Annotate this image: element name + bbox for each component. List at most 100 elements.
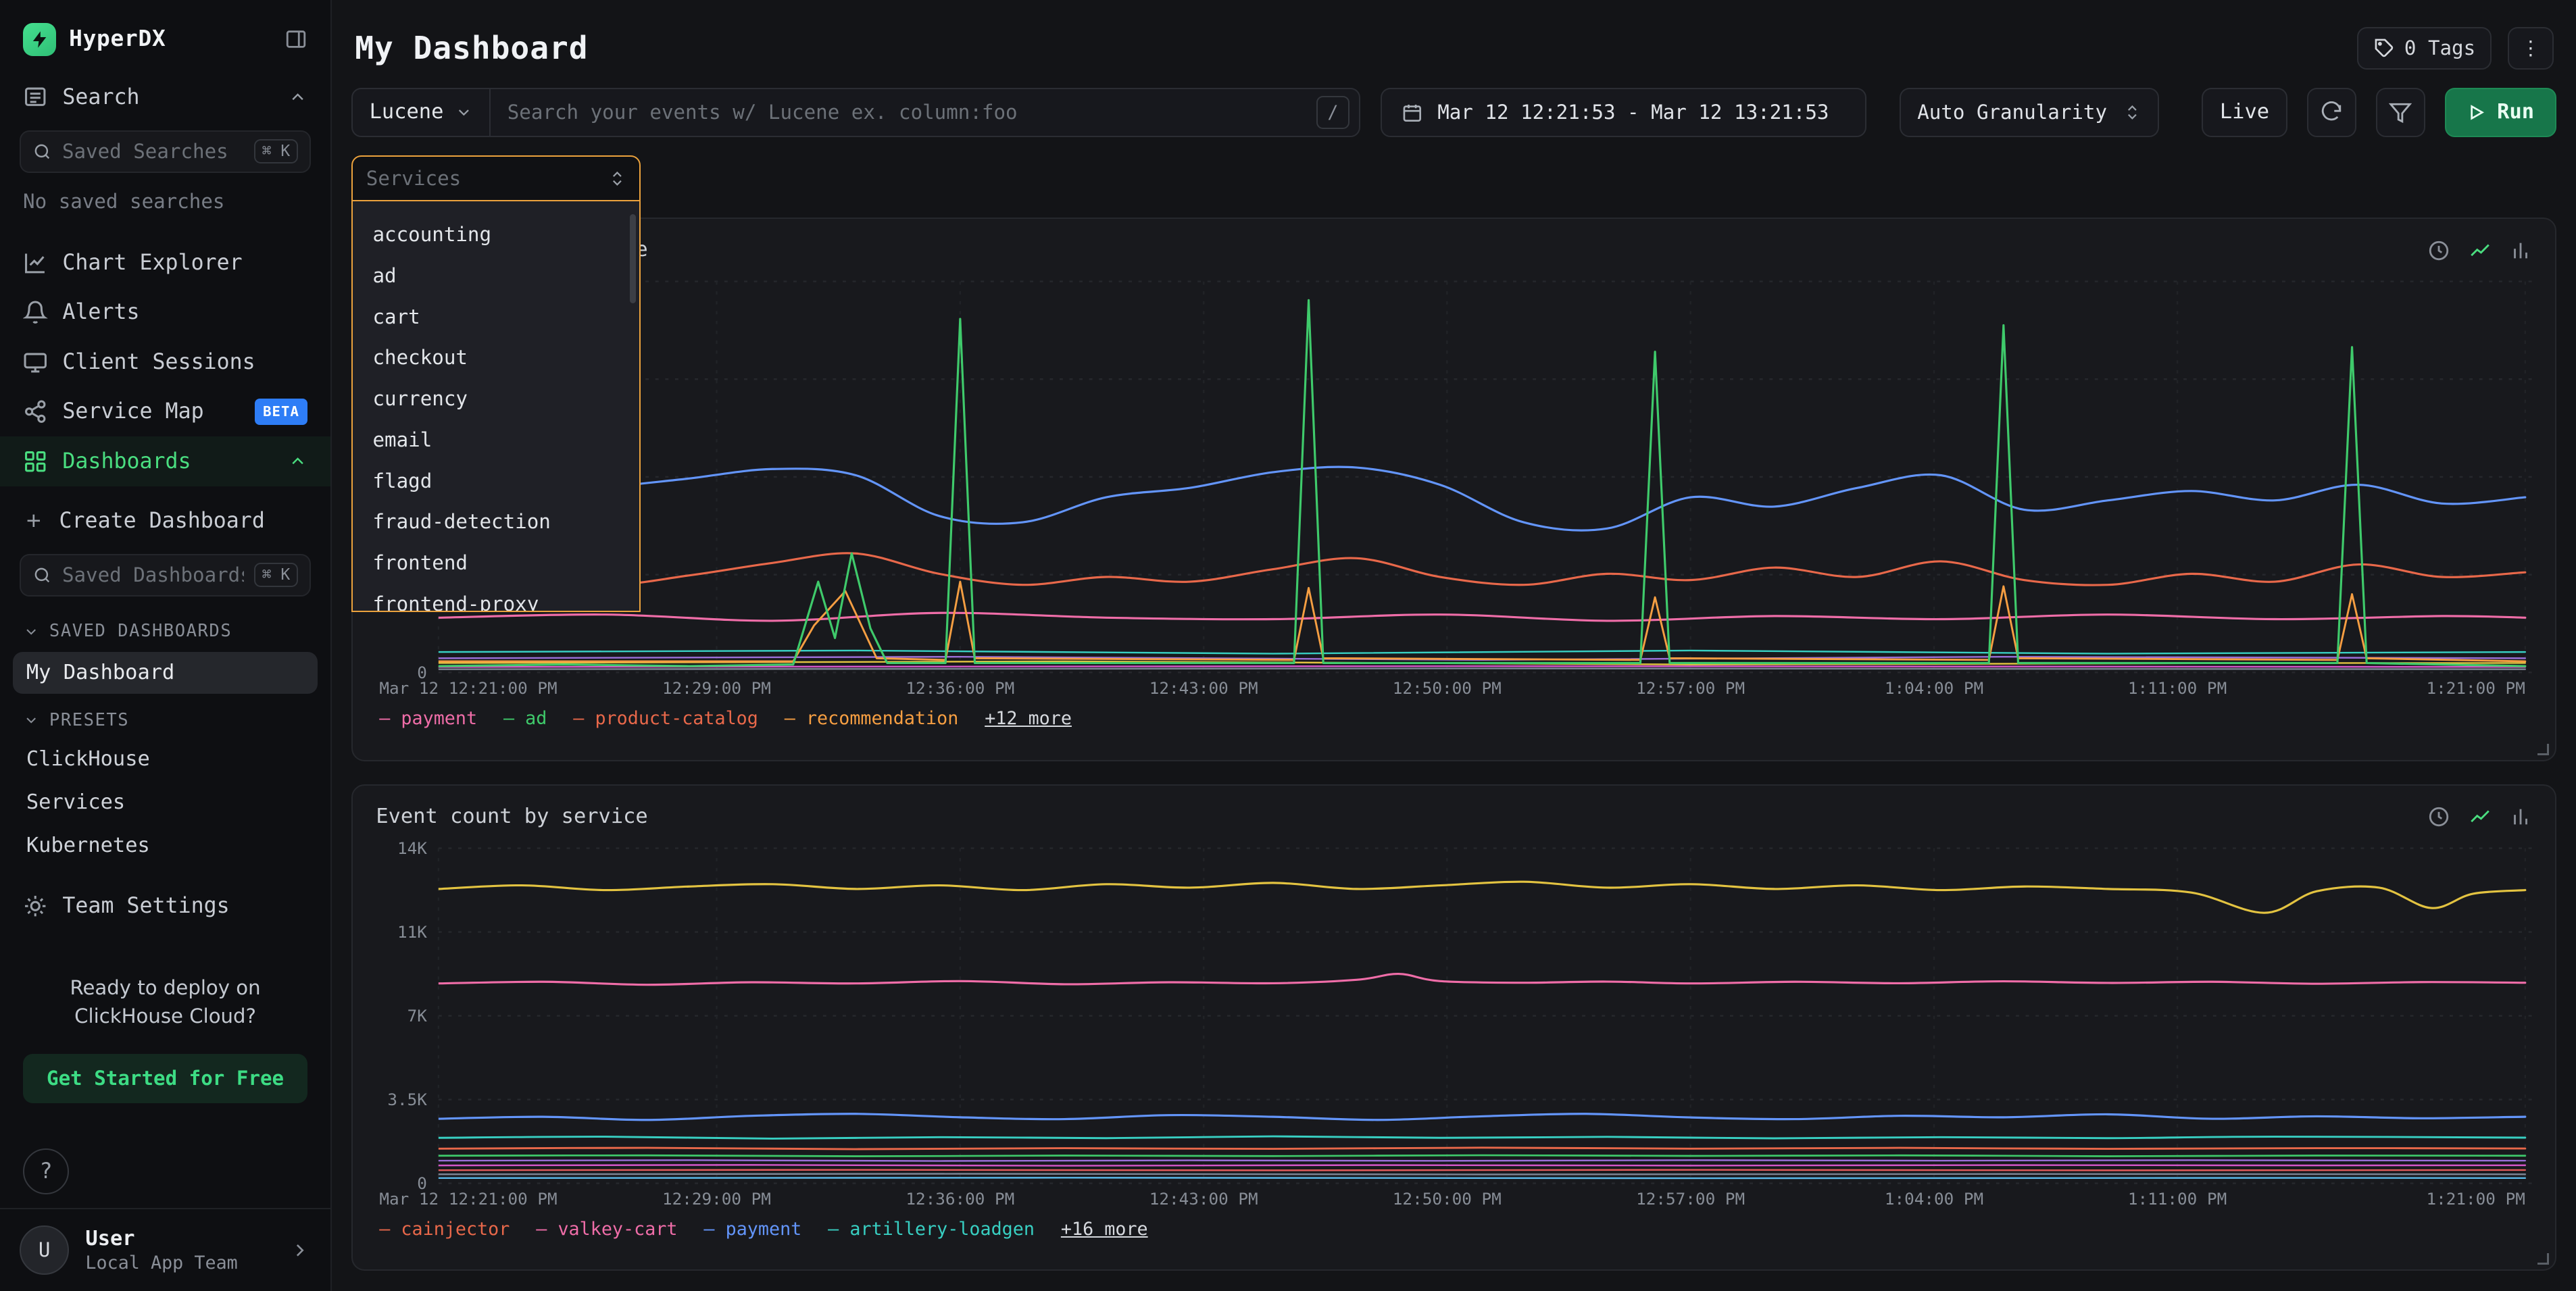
sidebar-item-dashboards[interactable]: Dashboards bbox=[0, 436, 330, 486]
dropdown-option-fraud-detection[interactable]: fraud-detection bbox=[353, 502, 639, 543]
chevron-up-icon bbox=[288, 451, 307, 471]
svg-text:7K: 7K bbox=[407, 1006, 428, 1026]
svg-text:1:21:00 PM: 1:21:00 PM bbox=[2427, 678, 2525, 698]
dropdown-option-frontend[interactable]: frontend bbox=[353, 542, 639, 584]
svg-text:12:57:00 PM: 12:57:00 PM bbox=[1637, 678, 1745, 698]
time-range-picker[interactable]: Mar 12 12:21:53 - Mar 12 13:21:53 bbox=[1381, 88, 1867, 137]
tags-button[interactable]: 0 Tags bbox=[2357, 27, 2492, 70]
line-chart[interactable]: 03.5K7K11K14KMar 12 12:21:00 PM12:29:00 … bbox=[376, 838, 2532, 1213]
play-icon bbox=[2467, 103, 2485, 122]
beta-badge: BETA bbox=[255, 399, 307, 425]
sidebar-item-my-dashboard[interactable]: My Dashboard bbox=[13, 652, 317, 694]
chart-explorer-icon bbox=[23, 251, 47, 275]
sidebar-item-alerts[interactable]: Alerts bbox=[0, 288, 330, 337]
avatar: U bbox=[20, 1225, 69, 1275]
dashboard-menu-button[interactable]: ⋮ bbox=[2508, 27, 2553, 70]
dropdown-option-ad[interactable]: ad bbox=[353, 255, 639, 297]
line-chart-icon[interactable] bbox=[2469, 805, 2492, 828]
svg-text:12:50:00 PM: 12:50:00 PM bbox=[1393, 1189, 1502, 1209]
dropdown-option-email[interactable]: email bbox=[353, 420, 639, 461]
svg-text:12:50:00 PM: 12:50:00 PM bbox=[1393, 678, 1502, 698]
svg-text:12:57:00 PM: 12:57:00 PM bbox=[1637, 1189, 1745, 1209]
preset-clickhouse[interactable]: ClickHouse bbox=[0, 738, 330, 781]
run-button[interactable]: Run bbox=[2445, 88, 2556, 137]
dropdown-scrollbar[interactable] bbox=[630, 214, 637, 303]
create-dashboard-label: Create Dashboard bbox=[59, 506, 265, 536]
line-chart-icon[interactable] bbox=[2469, 239, 2492, 262]
bar-chart-icon[interactable] bbox=[2509, 805, 2532, 828]
no-saved-searches-text: No saved searches bbox=[0, 181, 330, 218]
filter-button[interactable] bbox=[2376, 88, 2425, 137]
legend-more-link[interactable]: +12 more bbox=[985, 706, 1072, 731]
services-filter-select[interactable] bbox=[351, 155, 641, 201]
search-section-icon bbox=[23, 84, 47, 109]
dropdown-option-flagd[interactable]: flagd bbox=[353, 461, 639, 502]
svg-text:12:36:00 PM: 12:36:00 PM bbox=[906, 1189, 1015, 1209]
preset-services[interactable]: Services bbox=[0, 781, 330, 824]
refresh-button[interactable] bbox=[2307, 88, 2356, 137]
panel-resize-handle[interactable] bbox=[2537, 744, 2549, 755]
chart-panel-1: Event count by service 0Mar 12 12:21:0 bbox=[351, 218, 2556, 761]
saved-dashboards-input[interactable] bbox=[62, 561, 244, 589]
section-saved-dashboards[interactable]: SAVED DASHBOARDS bbox=[0, 605, 330, 649]
chevron-right-icon bbox=[289, 1240, 311, 1261]
services-filter-input[interactable] bbox=[366, 165, 599, 193]
granularity-select[interactable]: Auto Granularity bbox=[1900, 88, 2159, 137]
tag-icon bbox=[2373, 37, 2395, 59]
section-presets[interactable]: PRESETS bbox=[0, 694, 330, 738]
event-search-input[interactable] bbox=[491, 99, 1316, 126]
query-group: Lucene / bbox=[351, 88, 1360, 137]
user-menu[interactable]: U User Local App Team bbox=[0, 1208, 330, 1291]
sidebar-item-service-map[interactable]: Service Map BETA bbox=[0, 387, 330, 436]
services-dropdown-panel: accounting ad cart checkout currency ema… bbox=[351, 201, 641, 612]
panel-title: Event count by service bbox=[376, 803, 647, 832]
history-clock-icon[interactable] bbox=[2427, 805, 2450, 828]
sidebar-item-client-sessions[interactable]: Client Sessions bbox=[0, 337, 330, 386]
dropdown-option-checkout[interactable]: checkout bbox=[353, 338, 639, 379]
sidebar-item-label: Service Map bbox=[62, 397, 203, 426]
legend-item-ad: — ad bbox=[503, 706, 547, 731]
sidebar-item-chart-explorer[interactable]: Chart Explorer bbox=[0, 238, 330, 287]
dropdown-option-cart[interactable]: cart bbox=[353, 297, 639, 338]
logo-row: HyperDX bbox=[0, 0, 330, 72]
shortcut-badge: ⌘ K bbox=[254, 563, 298, 587]
bar-chart-icon[interactable] bbox=[2509, 239, 2532, 262]
saved-searches-input[interactable] bbox=[62, 138, 244, 166]
create-dashboard-button[interactable]: Create Dashboard bbox=[0, 496, 330, 545]
saved-dashboards-search[interactable]: ⌘ K bbox=[20, 554, 311, 597]
language-select[interactable]: Lucene bbox=[353, 89, 491, 136]
svg-text:12:36:00 PM: 12:36:00 PM bbox=[906, 678, 1015, 698]
dropdown-option-frontend-proxy[interactable]: frontend-proxy bbox=[353, 584, 639, 612]
panel-resize-handle[interactable] bbox=[2537, 1253, 2549, 1265]
svg-text:1:11:00 PM: 1:11:00 PM bbox=[2128, 678, 2227, 698]
help-button[interactable]: ? bbox=[23, 1148, 69, 1194]
dropdown-option-currency[interactable]: currency bbox=[353, 378, 639, 420]
panel-header: Event count by service bbox=[376, 803, 2532, 832]
header-actions: 0 Tags ⋮ bbox=[2357, 27, 2554, 70]
preset-kubernetes[interactable]: Kubernetes bbox=[0, 825, 330, 868]
sidebar-item-search[interactable]: Search bbox=[0, 72, 330, 122]
sidebar-item-team-settings[interactable]: Team Settings bbox=[0, 881, 330, 930]
live-label: Live bbox=[2220, 98, 2269, 127]
user-team: Local App Team bbox=[85, 1252, 237, 1274]
section-label-text: SAVED DASHBOARDS bbox=[49, 619, 232, 644]
sidebar: HyperDX Search ⌘ K No saved searches bbox=[0, 0, 332, 1291]
chart-legend: — payment— ad— product-catalog— recommen… bbox=[376, 702, 2532, 735]
collapse-sidebar-icon[interactable] bbox=[284, 28, 307, 51]
svg-text:1:04:00 PM: 1:04:00 PM bbox=[1885, 678, 1983, 698]
sidebar-nav: Chart Explorer Alerts Client Sessions Se… bbox=[0, 238, 330, 486]
live-button[interactable]: Live bbox=[2202, 88, 2287, 137]
page-title: My Dashboard bbox=[355, 26, 588, 70]
line-chart[interactable]: 0Mar 12 12:21:00 PM12:29:00 PM12:36:00 P… bbox=[376, 272, 2532, 702]
get-started-button[interactable]: Get Started for Free bbox=[23, 1054, 307, 1103]
history-clock-icon[interactable] bbox=[2427, 239, 2450, 262]
sidebar-item-label: Search bbox=[62, 82, 139, 112]
legend-more-link[interactable]: +16 more bbox=[1061, 1217, 1148, 1242]
dropdown-option-accounting[interactable]: accounting bbox=[353, 214, 639, 255]
saved-searches-search[interactable]: ⌘ K bbox=[20, 130, 311, 173]
svg-text:1:21:00 PM: 1:21:00 PM bbox=[2427, 1189, 2525, 1209]
legend-item-valkey-cart: — valkey-cart bbox=[536, 1217, 677, 1242]
sidebar-item-label: Team Settings bbox=[62, 891, 229, 921]
chevron-up-icon bbox=[288, 87, 307, 107]
svg-text:Mar 12 12:21:00 PM: Mar 12 12:21:00 PM bbox=[380, 1189, 558, 1209]
